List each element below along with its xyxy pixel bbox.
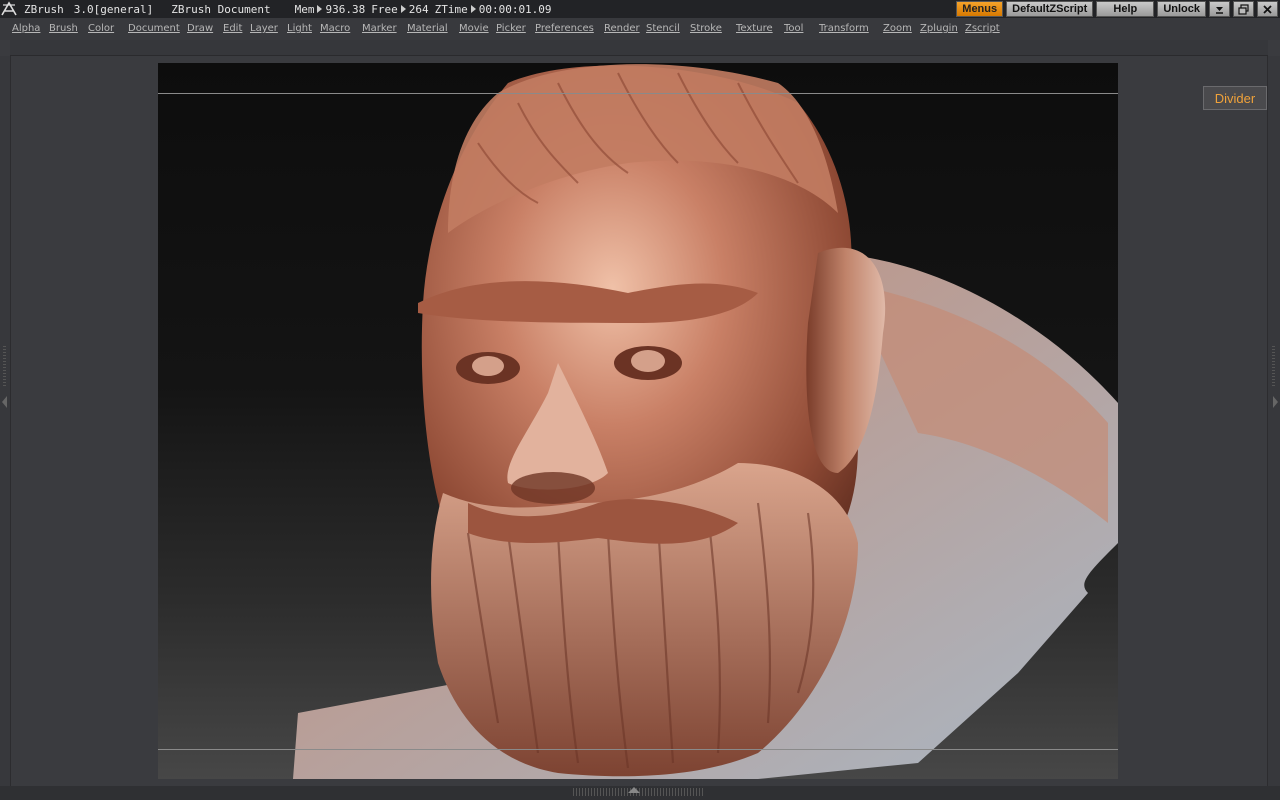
menu-stroke[interactable]: Stroke xyxy=(690,23,722,34)
mem-arrow-icon xyxy=(317,5,323,13)
zbrush-logo-icon[interactable] xyxy=(0,0,18,18)
main-menu-bar: Alpha Brush Color Document Draw Edit Lay… xyxy=(0,18,1280,40)
menu-texture[interactable]: Texture xyxy=(736,23,773,34)
default-zscript-button[interactable]: DefaultZScript xyxy=(1006,1,1094,17)
close-icon[interactable] xyxy=(1257,1,1278,17)
menu-zplugin[interactable]: Zplugin xyxy=(920,23,958,34)
menu-marker[interactable]: Marker xyxy=(362,23,397,34)
menu-edit[interactable]: Edit xyxy=(223,23,242,34)
app-version: 3.0[general] xyxy=(73,2,154,16)
bottom-tray xyxy=(0,786,1280,800)
right-tray[interactable] xyxy=(1267,56,1280,786)
menu-movie[interactable]: Movie xyxy=(459,23,489,34)
title-bar-buttons: Menus DefaultZScript Help Unlock xyxy=(956,1,1278,17)
menu-picker[interactable]: Picker xyxy=(496,23,526,34)
document-canvas[interactable] xyxy=(158,63,1118,779)
help-button[interactable]: Help xyxy=(1096,1,1155,17)
ztime-label: ZTime xyxy=(434,2,468,16)
menus-button[interactable]: Menus xyxy=(956,1,1004,17)
menu-brush[interactable]: Brush xyxy=(49,23,78,34)
free-arrow-icon xyxy=(400,5,406,13)
document-title: ZBrush Document xyxy=(171,2,271,16)
left-tray[interactable] xyxy=(0,56,11,786)
canvas-guide-top xyxy=(158,93,1118,94)
menu-light[interactable]: Light xyxy=(287,23,312,34)
menu-layer[interactable]: Layer xyxy=(250,23,278,34)
left-tray-grip[interactable] xyxy=(3,346,6,386)
canvas-guide-bottom xyxy=(158,749,1118,750)
right-tray-grip[interactable] xyxy=(1272,346,1275,386)
free-label: Free xyxy=(371,2,398,16)
ztime-arrow-icon xyxy=(470,5,476,13)
menu-preferences[interactable]: Preferences xyxy=(535,23,594,34)
mem-value: 936.38 xyxy=(325,2,366,16)
divider-button[interactable]: Divider xyxy=(1203,86,1267,110)
ztime-value: 00:00:01.09 xyxy=(478,2,552,16)
top-shelf xyxy=(10,40,1268,56)
menu-zscript[interactable]: Zscript xyxy=(965,23,1000,34)
menu-tool[interactable]: Tool xyxy=(784,23,803,34)
expand-right-tray-icon[interactable] xyxy=(1273,396,1278,408)
expand-bottom-tray-icon[interactable] xyxy=(628,787,640,793)
mem-label: Mem xyxy=(294,2,315,16)
title-bar: ZBrush 3.0[general] ZBrush Document Mem … xyxy=(0,0,1280,18)
restore-window-icon[interactable] xyxy=(1233,1,1254,17)
menu-material[interactable]: Material xyxy=(407,23,448,34)
menu-transform[interactable]: Transform xyxy=(819,23,869,34)
free-value: 264 xyxy=(408,2,429,16)
unlock-button[interactable]: Unlock xyxy=(1157,1,1206,17)
expand-left-tray-icon[interactable] xyxy=(2,396,7,408)
menu-zoom[interactable]: Zoom xyxy=(883,23,912,34)
collapse-icon[interactable] xyxy=(1209,1,1230,17)
sculpt-bust-image xyxy=(293,64,1118,779)
app-name: ZBrush xyxy=(24,2,64,16)
menu-macro[interactable]: Macro xyxy=(320,23,350,34)
menu-render[interactable]: Render xyxy=(604,23,640,34)
menu-alpha[interactable]: Alpha xyxy=(12,23,40,34)
menu-color[interactable]: Color xyxy=(88,23,114,34)
menu-stencil[interactable]: Stencil xyxy=(646,23,680,34)
menu-document[interactable]: Document xyxy=(128,23,180,34)
menu-draw[interactable]: Draw xyxy=(187,23,213,34)
